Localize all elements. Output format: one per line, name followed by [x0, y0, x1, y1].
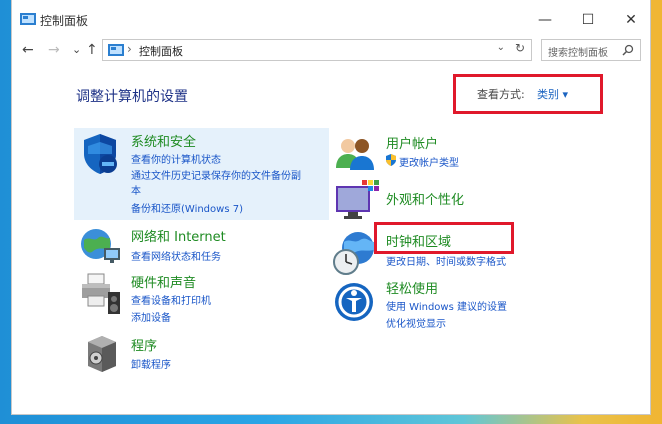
link-optimize-visual-display[interactable]: 优化视觉显示 [386, 315, 446, 330]
shield-icon [84, 134, 117, 174]
back-button[interactable]: ← [22, 42, 34, 58]
link-backup-restore[interactable]: 备份和还原(Windows 7) [131, 200, 243, 215]
control-panel-icon [20, 13, 36, 25]
page-title: 调整计算机的设置 [76, 89, 188, 105]
link-recommended-settings[interactable]: 使用 Windows 建议的设置 [386, 298, 507, 313]
ease-of-access-icon [335, 283, 373, 321]
programs-box-icon [88, 336, 116, 372]
address-bar[interactable]: › 控制面板 ⌄ ↻ [102, 39, 532, 61]
maximize-button[interactable]: ☐ [577, 10, 599, 30]
category-title-programs[interactable]: 程序 [131, 335, 157, 354]
search-input[interactable]: 搜索控制面板 [541, 39, 641, 61]
annotation-box-clock-region [374, 222, 514, 254]
search-placeholder: 搜索控制面板 [548, 48, 608, 59]
search-icon[interactable] [622, 44, 634, 56]
category-title-system-security[interactable]: 系统和安全 [131, 131, 196, 150]
address-dropdown-button[interactable]: ⌄ [497, 42, 505, 53]
breadcrumb-control-panel[interactable]: 控制面板 [139, 43, 183, 59]
link-file-history-backup-cont[interactable]: 本 [131, 182, 141, 197]
category-title-hardware-sound[interactable]: 硬件和声音 [131, 272, 196, 291]
refresh-button[interactable]: ↻ [515, 41, 525, 55]
forward-button[interactable]: → [48, 42, 60, 58]
uac-shield-icon [386, 154, 396, 166]
link-view-computer-status[interactable]: 查看你的计算机状态 [131, 151, 221, 166]
breadcrumb-separator: › [127, 42, 132, 56]
category-title-user-accounts[interactable]: 用户帐户 [386, 133, 438, 152]
recent-locations-button[interactable]: ⌄ [72, 43, 81, 56]
category-title-ease-of-access[interactable]: 轻松使用 [386, 278, 438, 297]
link-add-device[interactable]: 添加设备 [131, 309, 171, 324]
control-panel-window: 控制面板 — ☐ ✕ ← → ⌄ ↑ › 控制面板 ⌄ ↻ 搜索控制面板 调整计… [12, 0, 650, 414]
minimize-button[interactable]: — [534, 10, 556, 30]
annotation-box-view-by [453, 74, 603, 114]
clock-globe-icon [333, 232, 374, 275]
link-change-date-time-format[interactable]: 更改日期、时间或数字格式 [386, 253, 506, 268]
link-devices-printers[interactable]: 查看设备和打印机 [131, 292, 211, 307]
link-uninstall-program[interactable]: 卸载程序 [131, 356, 171, 371]
control-panel-icon [108, 44, 124, 56]
users-icon [336, 139, 374, 170]
printer-icon [82, 273, 120, 314]
link-file-history-backup[interactable]: 通过文件历史记录保存你的文件备份副 [131, 167, 301, 182]
close-button[interactable]: ✕ [620, 10, 642, 30]
monitor-palette-icon [336, 180, 379, 219]
title-bar: 控制面板 — ☐ ✕ [12, 0, 650, 38]
link-change-account-type[interactable]: 更改帐户类型 [399, 154, 459, 169]
up-button[interactable]: ↑ [86, 42, 98, 58]
navigation-bar: ← → ⌄ ↑ › 控制面板 ⌄ ↻ 搜索控制面板 [12, 38, 650, 62]
category-title-network-internet[interactable]: 网络和 Internet [131, 226, 226, 245]
window-title: 控制面板 [40, 14, 89, 28]
network-globe-icon [81, 229, 120, 263]
category-title-appearance[interactable]: 外观和个性化 [386, 189, 464, 208]
link-network-status[interactable]: 查看网络状态和任务 [131, 248, 221, 263]
